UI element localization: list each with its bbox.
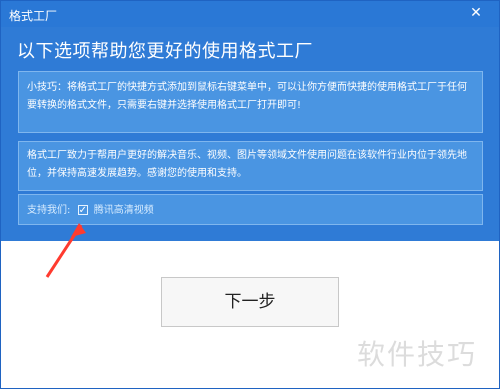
- checkbox-label[interactable]: 腾讯高清视频: [94, 202, 154, 219]
- watermark-text: 软件技巧: [357, 338, 478, 371]
- next-button[interactable]: 下一步: [161, 277, 339, 327]
- main-panel: 以下选项帮助您更好的使用格式工厂 小技巧：将格式工厂的快捷方式添加到鼠标右键菜单…: [1, 27, 499, 241]
- window: 格式工厂 ✕ 以下选项帮助您更好的使用格式工厂 小技巧：将格式工厂的快捷方式添加…: [0, 0, 500, 389]
- tip-box: 小技巧：将格式工厂的快捷方式添加到鼠标右键菜单中，可以让你方便而快捷的使用格式工…: [18, 71, 483, 133]
- tip-text: 小技巧：将格式工厂的快捷方式添加到鼠标右键菜单中，可以让你方便而快捷的使用格式工…: [27, 82, 467, 111]
- title-bar: 格式工厂 ✕: [1, 1, 499, 27]
- window-title: 格式工厂: [9, 9, 58, 23]
- arrow-icon: [45, 223, 86, 278]
- close-button[interactable]: ✕: [467, 4, 485, 22]
- intro-box: 格式工厂致力于帮用户更好的解决音乐、视频、图片等领域文件使用问题在该软件行业内位…: [18, 141, 483, 191]
- checkbox[interactable]: [77, 202, 88, 219]
- close-icon: ✕: [470, 5, 482, 21]
- page-heading: 以下选项帮助您更好的使用格式工厂: [17, 41, 313, 62]
- intro-text: 格式工厂致力于帮用户更好的解决音乐、视频、图片等领域文件使用问题在该软件行业内位…: [27, 150, 467, 179]
